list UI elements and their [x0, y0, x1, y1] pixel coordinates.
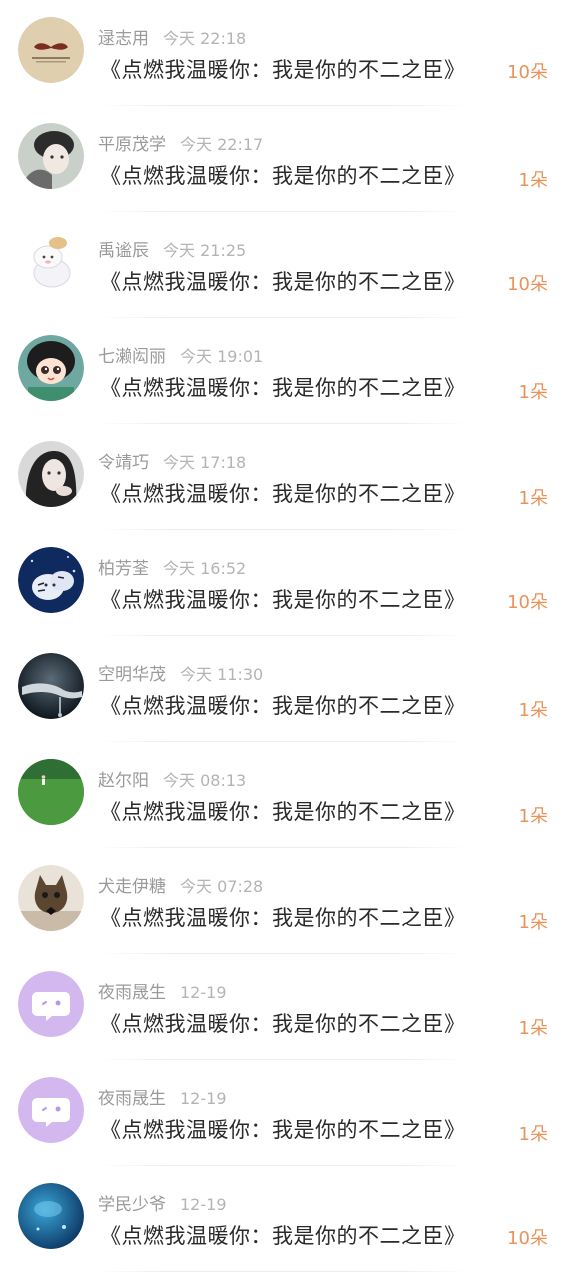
book-title: 《点燃我温暖你：我是你的不二之臣》 — [100, 164, 466, 188]
timestamp: 今天 11:30 — [180, 665, 264, 684]
cat-avatar-icon[interactable] — [18, 865, 84, 931]
list-item[interactable]: 空明华茂 今天 11:30 《点燃我温暖你：我是你的不二之臣》 1朵 — [0, 636, 566, 742]
mustache-avatar-icon[interactable] — [18, 17, 84, 83]
list-item[interactable]: 令靖巧 今天 17:18 《点燃我温暖你：我是你的不二之臣》 1朵 — [0, 424, 566, 530]
book-title: 《点燃我温暖你：我是你的不二之臣》 — [100, 376, 466, 400]
timestamp: 今天 08:13 — [163, 771, 247, 790]
list-item[interactable]: 赵尔阳 今天 08:13 《点燃我温暖你：我是你的不二之臣》 1朵 — [0, 742, 566, 848]
timestamp: 12-19 — [180, 983, 227, 1002]
gift-record-list: 逯志用 今天 22:18 《点燃我温暖你：我是你的不二之臣》 10朵 平原茂学 今天… — [0, 0, 566, 1272]
flower-count: 1朵 — [518, 1124, 548, 1145]
user-name: 赵尔阳 今天 08:13 — [98, 771, 247, 791]
divider — [98, 1271, 468, 1272]
book-title: 《点燃我温暖你：我是你的不二之臣》 — [100, 58, 466, 82]
list-item[interactable]: 犬走伊糖 今天 07:28 《点燃我温暖你：我是你的不二之臣》 1朵 — [0, 848, 566, 954]
user-name: 七濑闳丽 今天 19:01 — [98, 347, 264, 367]
flower-count: 1朵 — [518, 1018, 548, 1039]
timestamp: 今天 21:25 — [163, 241, 247, 260]
anime-girl-avatar-icon[interactable] — [18, 335, 84, 401]
ocean-avatar-icon[interactable] — [18, 1183, 84, 1249]
user-name: 平原茂学 今天 22:17 — [98, 135, 264, 155]
user-name: 禹谧辰 今天 21:25 — [98, 241, 247, 261]
list-item[interactable]: 夜雨晟生 12-19 《点燃我温暖你：我是你的不二之臣》 1朵 — [0, 1060, 566, 1166]
chat-bubble-avatar-icon[interactable] — [18, 1077, 84, 1143]
flower-count: 1朵 — [518, 806, 548, 827]
flower-count: 1朵 — [518, 382, 548, 403]
timestamp: 今天 19:01 — [180, 347, 264, 366]
user-name: 夜雨晟生 12-19 — [98, 983, 227, 1003]
person-avatar-icon[interactable] — [18, 123, 84, 189]
user-name: 犬走伊糖 今天 07:28 — [98, 877, 264, 897]
list-item[interactable]: 逯志用 今天 22:18 《点燃我温暖你：我是你的不二之臣》 10朵 — [0, 0, 566, 106]
flower-count: 1朵 — [518, 700, 548, 721]
list-item[interactable]: 七濑闳丽 今天 19:01 《点燃我温暖你：我是你的不二之臣》 1朵 — [0, 318, 566, 424]
book-title: 《点燃我温暖你：我是你的不二之臣》 — [100, 906, 466, 930]
flower-count: 1朵 — [518, 912, 548, 933]
list-item[interactable]: 禹谧辰 今天 21:25 《点燃我温暖你：我是你的不二之臣》 10朵 — [0, 212, 566, 318]
timestamp: 今天 22:18 — [163, 29, 247, 48]
user-name: 逯志用 今天 22:18 — [98, 29, 247, 49]
book-title: 《点燃我温暖你：我是你的不二之臣》 — [100, 694, 466, 718]
girl-photo-avatar-icon[interactable] — [18, 441, 84, 507]
user-name: 令靖巧 今天 17:18 — [98, 453, 247, 473]
timestamp: 12-19 — [180, 1089, 227, 1108]
timestamp: 12-19 — [180, 1195, 227, 1214]
hand-water-avatar-icon[interactable] — [18, 653, 84, 719]
list-item[interactable]: 柏芳荃 今天 16:52 《点燃我温暖你：我是你的不二之臣》 10朵 — [0, 530, 566, 636]
book-title: 《点燃我温暖你：我是你的不二之臣》 — [100, 588, 466, 612]
user-name: 学民少爷 12-19 — [98, 1195, 227, 1215]
flower-count: 10朵 — [507, 592, 548, 613]
chat-bubble-avatar-icon[interactable] — [18, 971, 84, 1037]
puppy-avatar-icon[interactable] — [18, 229, 84, 295]
grass-field-avatar-icon[interactable] — [18, 759, 84, 825]
flower-count: 10朵 — [507, 62, 548, 83]
book-title: 《点燃我温暖你：我是你的不二之臣》 — [100, 1118, 466, 1142]
flower-count: 1朵 — [518, 488, 548, 509]
user-name: 柏芳荃 今天 16:52 — [98, 559, 247, 579]
book-title: 《点燃我温暖你：我是你的不二之臣》 — [100, 1224, 466, 1248]
user-name: 空明华茂 今天 11:30 — [98, 665, 264, 685]
timestamp: 今天 16:52 — [163, 559, 247, 578]
list-item[interactable]: 平原茂学 今天 22:17 《点燃我温暖你：我是你的不二之臣》 1朵 — [0, 106, 566, 212]
list-item[interactable]: 夜雨晟生 12-19 《点燃我温暖你：我是你的不二之臣》 1朵 — [0, 954, 566, 1060]
flower-count: 10朵 — [507, 274, 548, 295]
book-title: 《点燃我温暖你：我是你的不二之臣》 — [100, 270, 466, 294]
timestamp: 今天 22:17 — [180, 135, 264, 154]
timestamp: 今天 07:28 — [180, 877, 264, 896]
book-title: 《点燃我温暖你：我是你的不二之臣》 — [100, 482, 466, 506]
book-title: 《点燃我温暖你：我是你的不二之臣》 — [100, 800, 466, 824]
timestamp: 今天 17:18 — [163, 453, 247, 472]
list-item[interactable]: 学民少爷 12-19 《点燃我温暖你：我是你的不二之臣》 10朵 — [0, 1166, 566, 1272]
flower-count: 10朵 — [507, 1228, 548, 1249]
book-title: 《点燃我温暖你：我是你的不二之臣》 — [100, 1012, 466, 1036]
flower-count: 1朵 — [518, 170, 548, 191]
tiger-avatar-icon[interactable] — [18, 547, 84, 613]
user-name: 夜雨晟生 12-19 — [98, 1089, 227, 1109]
